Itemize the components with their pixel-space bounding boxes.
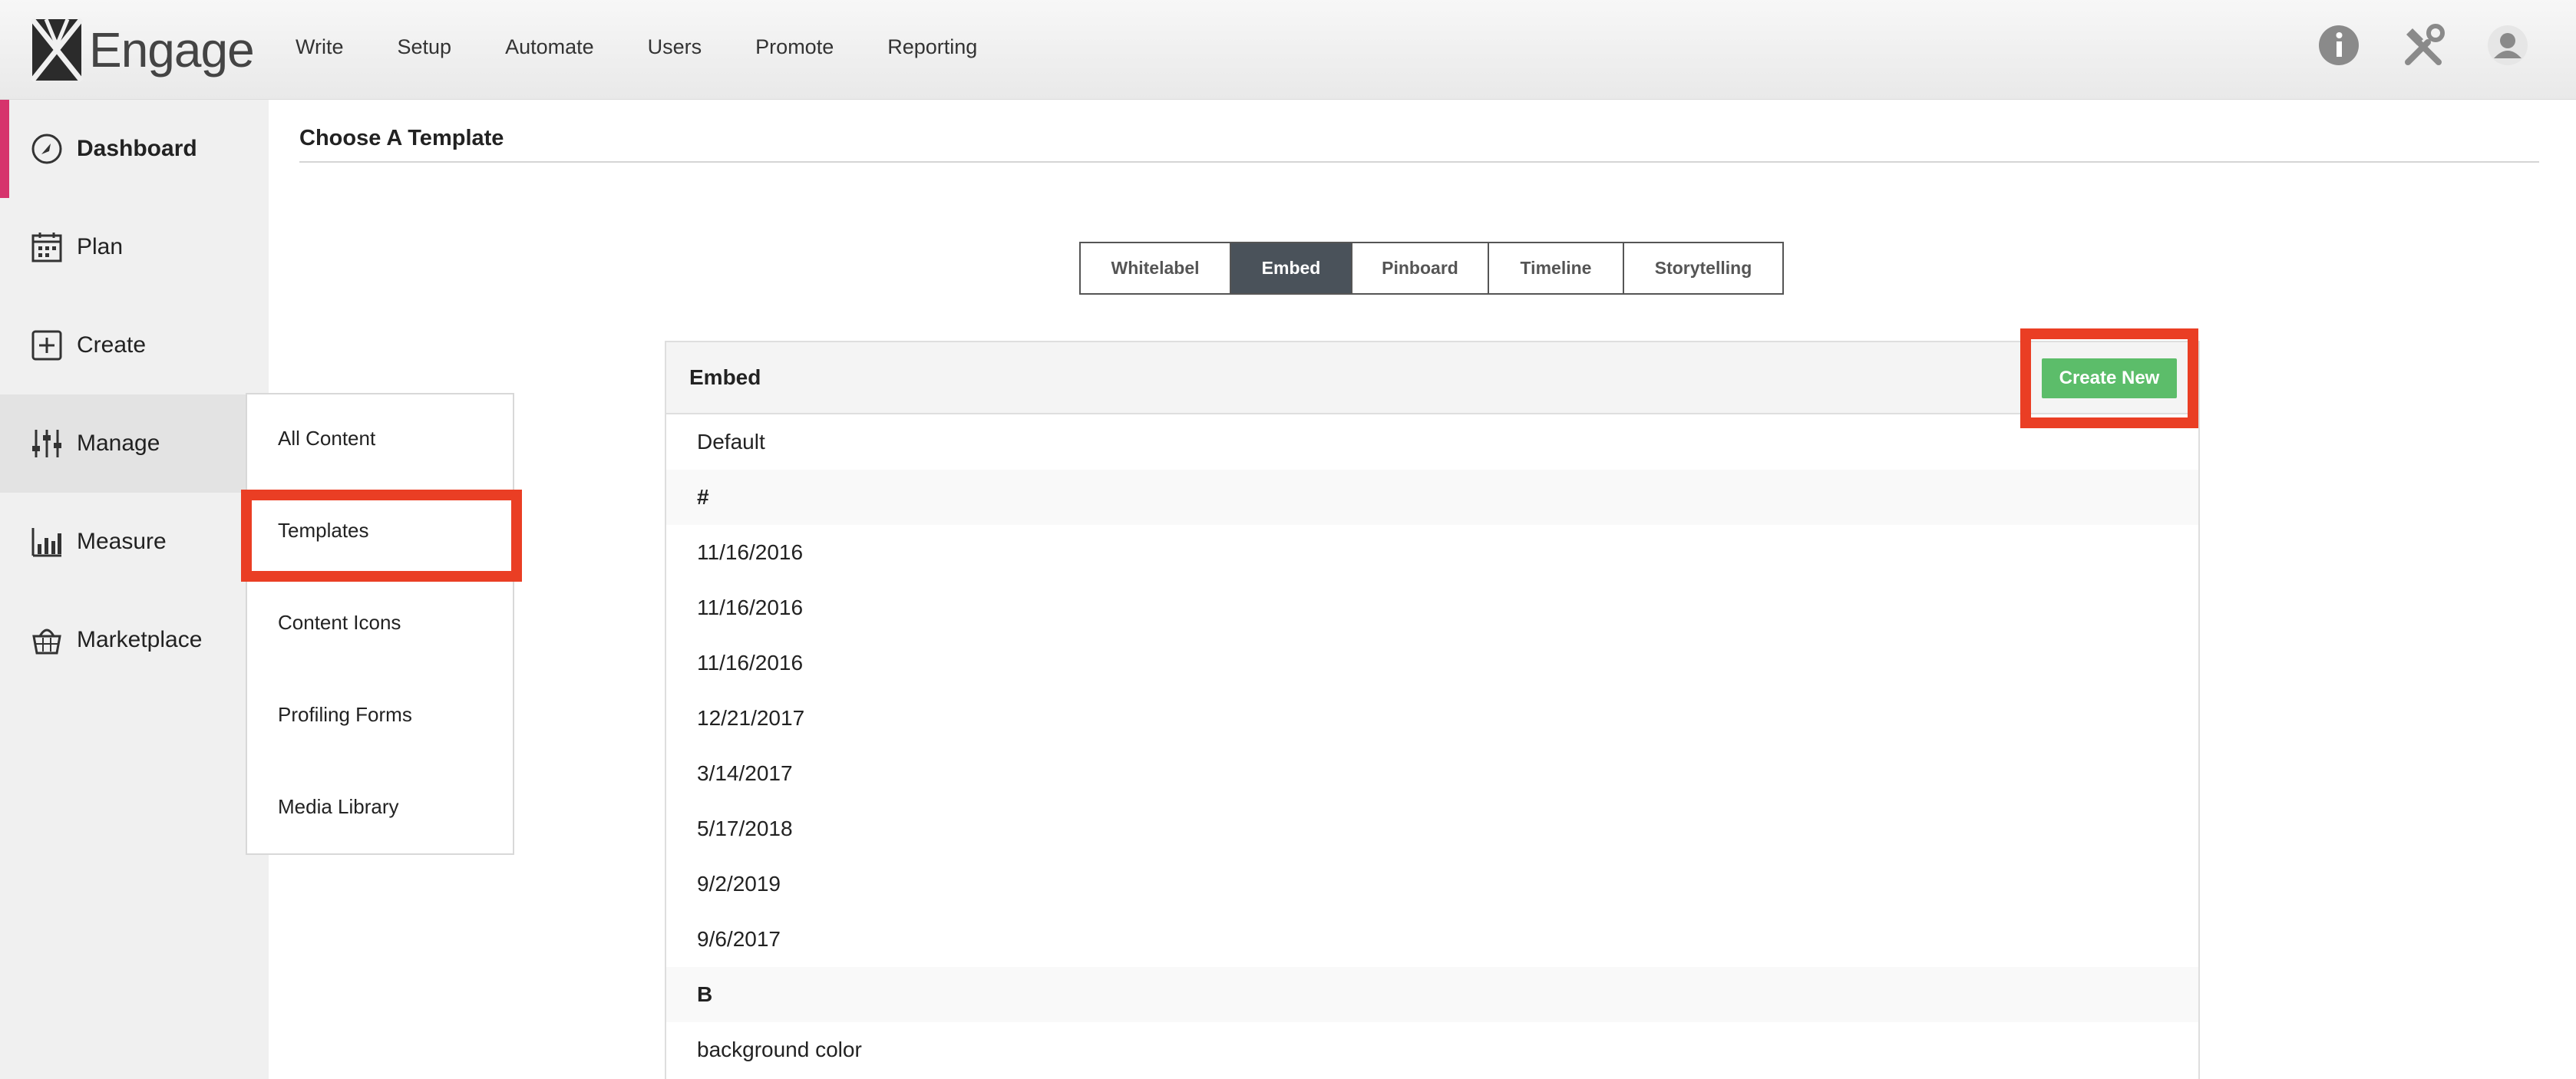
template-tabs: Whitelabel Embed Pinboard Timeline Story… (1079, 242, 1784, 295)
list-section-header: B (666, 967, 2198, 1022)
plus-square-icon (29, 328, 64, 363)
sidebar-item-label: Dashboard (77, 136, 197, 161)
panel-header: Embed Create New (666, 342, 2198, 414)
tab-embed[interactable]: Embed (1231, 243, 1352, 293)
sidebar-item-label: Plan (77, 234, 124, 259)
info-icon[interactable] (2317, 23, 2361, 68)
submenu-all-content[interactable]: All Content (278, 427, 375, 450)
top-bar: Engage Write Setup Automate Users Promot… (0, 0, 2576, 100)
sidebar-item-manage[interactable]: Manage (0, 394, 269, 493)
list-item[interactable]: 9/2/2019 (666, 856, 2198, 912)
sidebar-item-plan[interactable]: Plan (0, 198, 269, 296)
basket-icon (29, 622, 64, 658)
sidebar-item-label: Manage (77, 431, 160, 456)
nav-write[interactable]: Write (296, 35, 344, 59)
user-icon[interactable] (2485, 23, 2530, 68)
list-item[interactable]: 11/16/2016 (666, 580, 2198, 635)
sidebar-item-measure[interactable]: Measure (0, 493, 269, 591)
page-title: Choose A Template (299, 126, 504, 150)
nav-reporting[interactable]: Reporting (887, 35, 977, 59)
sidebar-item-label: Measure (77, 529, 167, 554)
manage-submenu: All Content Templates Content Icons Prof… (246, 393, 514, 855)
list-item[interactable]: 3/14/2017 (666, 746, 2198, 801)
list-item[interactable]: 12/21/2017 (666, 691, 2198, 746)
sidebar-item-create[interactable]: Create (0, 296, 269, 394)
bar-chart-icon (29, 524, 64, 559)
tab-whitelabel[interactable]: Whitelabel (1081, 243, 1231, 293)
list-item[interactable]: 9/6/2017 (666, 912, 2198, 967)
templates-highlight (241, 490, 522, 582)
sidebar: Dashboard Plan Create Manage Measure Mar… (0, 100, 269, 1079)
nav-promote[interactable]: Promote (755, 35, 834, 59)
tab-timeline[interactable]: Timeline (1489, 243, 1624, 293)
list-section-header: # (666, 470, 2198, 525)
sidebar-item-label: Create (77, 332, 147, 358)
sidebar-item-marketplace[interactable]: Marketplace (0, 591, 269, 689)
engage-logo[interactable]: Engage (31, 14, 255, 86)
list-item[interactable]: background color (666, 1022, 2198, 1077)
tab-pinboard[interactable]: Pinboard (1352, 243, 1489, 293)
submenu-profiling-forms[interactable]: Profiling Forms (278, 703, 412, 727)
engage-logo-icon (31, 18, 83, 82)
sliders-icon (29, 426, 64, 461)
sidebar-item-label: Marketplace (77, 627, 203, 652)
tab-storytelling[interactable]: Storytelling (1624, 243, 1782, 293)
create-new-highlight (2020, 328, 2198, 428)
template-list-panel: Embed Create New Default # 11/16/2016 11… (665, 341, 2200, 1079)
nav-users[interactable]: Users (648, 35, 702, 59)
template-list: Default # 11/16/2016 11/16/2016 11/16/20… (666, 414, 2198, 1077)
submenu-media-library[interactable]: Media Library (278, 795, 399, 819)
nav-setup[interactable]: Setup (398, 35, 452, 59)
title-divider (299, 161, 2539, 163)
list-item[interactable]: Default (666, 414, 2198, 470)
list-item[interactable]: 11/16/2016 (666, 635, 2198, 691)
calendar-icon (29, 229, 64, 265)
list-item[interactable]: 5/17/2018 (666, 801, 2198, 856)
submenu-content-icons[interactable]: Content Icons (278, 611, 401, 635)
dashboard-icon (29, 131, 64, 167)
app-name: Engage (89, 22, 255, 78)
tools-icon[interactable] (2401, 23, 2446, 68)
nav-automate[interactable]: Automate (505, 35, 594, 59)
top-nav: Write Setup Automate Users Promote Repor… (296, 0, 1031, 94)
sidebar-item-dashboard[interactable]: Dashboard (0, 100, 269, 198)
top-icons (2277, 23, 2530, 68)
panel-title: Embed (689, 365, 761, 389)
list-item[interactable]: 11/16/2016 (666, 525, 2198, 580)
